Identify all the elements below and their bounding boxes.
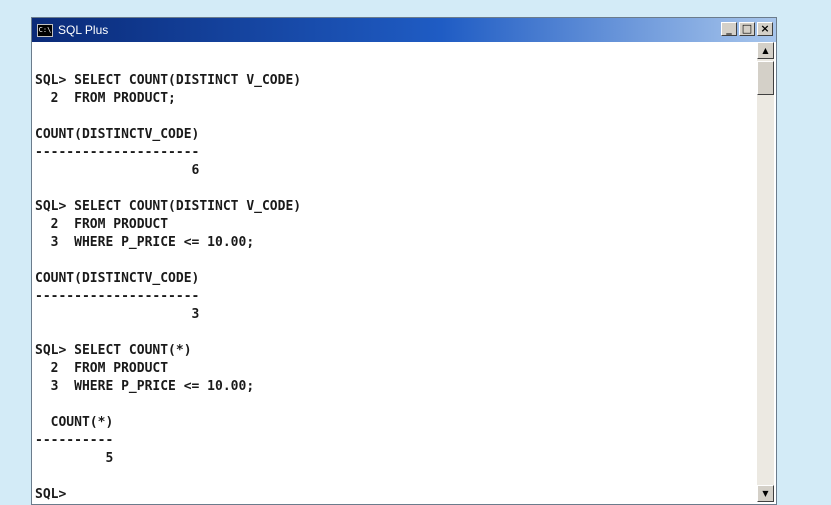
console-line: 5: [35, 451, 114, 466]
close-button[interactable]: ×: [757, 22, 773, 36]
console-output[interactable]: SQL> SELECT COUNT(DISTINCT V_CODE) 2 FRO…: [35, 54, 755, 502]
console-line: COUNT(*): [35, 415, 114, 430]
console-line: 3 WHERE P_PRICE <= 10.00;: [35, 379, 255, 394]
console-line: SQL> SELECT COUNT(DISTINCT V_CODE): [35, 199, 302, 214]
minimize-button[interactable]: _: [721, 22, 737, 36]
console-line: 2 FROM PRODUCT: [35, 361, 169, 376]
console-line: 2 FROM PRODUCT: [35, 217, 169, 232]
window-controls: _ □ ×: [721, 22, 773, 36]
console-line: ----------: [35, 433, 114, 448]
sqlplus-window: C:\ SQL Plus _ □ × SQL> SELECT COUNT(DIS…: [31, 17, 777, 505]
scroll-down-button[interactable]: ▼: [757, 485, 774, 502]
scroll-thumb[interactable]: [757, 61, 774, 95]
console-line: SQL> SELECT COUNT(*): [35, 343, 192, 358]
console-line: 3: [35, 307, 200, 322]
console-line: 2 FROM PRODUCT;: [35, 91, 176, 106]
console-line: ---------------------: [35, 145, 200, 160]
console-line: 3 WHERE P_PRICE <= 10.00;: [35, 235, 255, 250]
console-line: SQL>: [35, 487, 67, 502]
console-line: ---------------------: [35, 289, 200, 304]
vertical-scrollbar[interactable]: ▲ ▼: [757, 42, 774, 502]
console-line: COUNT(DISTINCTV_CODE): [35, 271, 200, 286]
cmd-icon: C:\: [37, 23, 53, 37]
scroll-up-button[interactable]: ▲: [757, 42, 774, 59]
console-line: 6: [35, 163, 200, 178]
title-bar[interactable]: C:\ SQL Plus _ □ ×: [32, 18, 776, 42]
window-title: SQL Plus: [58, 23, 109, 37]
console-line: COUNT(DISTINCTV_CODE): [35, 127, 200, 142]
maximize-button[interactable]: □: [739, 22, 755, 36]
console-line: SQL> SELECT COUNT(DISTINCT V_CODE): [35, 73, 302, 88]
